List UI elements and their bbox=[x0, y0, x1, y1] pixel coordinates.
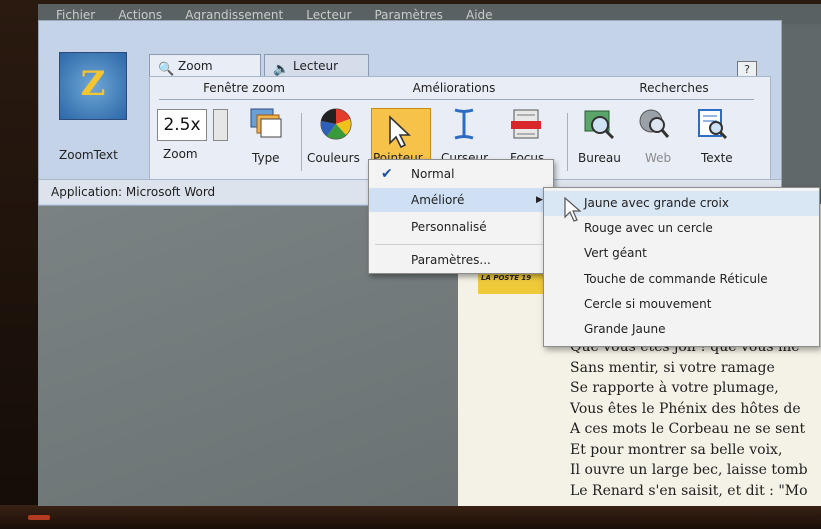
tab-reader[interactable]: 🔈 Lecteur bbox=[264, 54, 369, 77]
menu-item-large-yellow[interactable]: Grande Jaune bbox=[544, 317, 819, 342]
document-line: Le Renard s'en saisit, et dit : "Mo bbox=[570, 482, 808, 499]
document-line: Se rapporte à votre plumage, bbox=[570, 380, 779, 396]
zoom-level-spinner[interactable] bbox=[213, 109, 228, 141]
tab-zoom[interactable]: 🔍 Zoom bbox=[149, 54, 261, 77]
divider bbox=[159, 99, 319, 100]
menu-item-custom[interactable]: Personnalisé bbox=[369, 215, 553, 239]
text-cursor-icon[interactable] bbox=[447, 107, 481, 141]
group-title-enhancements: Améliorations bbox=[412, 81, 496, 95]
web-search-icon[interactable] bbox=[637, 107, 671, 141]
divider bbox=[579, 99, 754, 100]
check-icon: ✔ bbox=[381, 166, 393, 182]
divider bbox=[301, 113, 302, 171]
focus-icon[interactable] bbox=[509, 107, 543, 141]
colors-label: Couleurs bbox=[307, 151, 360, 165]
menu-item-enhanced[interactable]: Amélioré ▶ bbox=[369, 188, 553, 212]
text-search-icon[interactable] bbox=[695, 107, 729, 141]
desktop-label: Bureau bbox=[578, 151, 621, 165]
divider bbox=[307, 99, 587, 100]
menu-item-red-circle[interactable]: Rouge avec un cercle bbox=[544, 216, 819, 241]
app-name-label: ZoomText bbox=[59, 148, 118, 162]
pointer-arrow-icon bbox=[389, 115, 412, 149]
monitor-bottom-bezel bbox=[0, 505, 821, 529]
group-title-zoom-window: Fenêtre zoom bbox=[203, 81, 285, 95]
color-wheel-icon[interactable] bbox=[319, 107, 353, 141]
menu-item-circle-on-motion[interactable]: Cercle si mouvement bbox=[544, 292, 819, 317]
document-line: Vous êtes le Phénix des hôtes de bbox=[570, 400, 801, 417]
group-title-searches: Recherches bbox=[639, 81, 709, 95]
submenu-arrow-icon: ▶ bbox=[536, 195, 543, 205]
tab-zoom-label: Zoom bbox=[178, 59, 213, 73]
mouse-pointer-icon bbox=[564, 197, 582, 222]
zoom-label: Zoom bbox=[163, 147, 198, 161]
zoomtext-logo-icon[interactable]: Z bbox=[59, 52, 127, 120]
tab-reader-label: Lecteur bbox=[293, 59, 339, 73]
document-line: Sans mentir, si votre ramage bbox=[570, 359, 775, 376]
type-label: Type bbox=[252, 151, 280, 165]
document-line: A ces mots le Corbeau ne se sent bbox=[570, 421, 806, 437]
menu-item-normal[interactable]: ✔ Normal bbox=[369, 162, 553, 186]
window-type-icon[interactable] bbox=[249, 105, 283, 139]
document-line: Il ouvre un large bec, laisse tomb bbox=[570, 462, 808, 478]
document-line: Et pour montrer sa belle voix, bbox=[570, 441, 783, 458]
menu-separator bbox=[375, 244, 547, 245]
menu-item-yellow-large-cross[interactable]: Jaune avec grande croix bbox=[544, 191, 819, 216]
menu-item-giant-green[interactable]: Vert géant bbox=[544, 241, 819, 266]
divider bbox=[567, 113, 568, 171]
screen: Fichier Actions Agrandissement Lecteur P… bbox=[38, 4, 821, 506]
pointer-menu: ✔ Normal Amélioré ▶ Personnalisé Paramèt… bbox=[368, 159, 554, 274]
zoom-level-field[interactable]: 2.5x bbox=[157, 109, 207, 141]
application-name: Application: Microsoft Word bbox=[51, 185, 216, 199]
menu-item-settings[interactable]: Paramètres... bbox=[369, 248, 553, 272]
document-text: Que vous êtes joli ! que vous me Sans me… bbox=[570, 337, 821, 501]
desktop-search-icon[interactable] bbox=[582, 107, 616, 141]
web-label: Web bbox=[645, 151, 672, 165]
document-logo: LA POSTE 19 bbox=[478, 272, 548, 294]
power-led bbox=[28, 515, 50, 520]
menu-item-crosshair-command-key[interactable]: Touche de commande Réticule bbox=[544, 267, 819, 292]
enhanced-pointer-submenu: Jaune avec grande croix Rouge avec un ce… bbox=[543, 187, 820, 347]
text-label: Texte bbox=[701, 151, 733, 165]
